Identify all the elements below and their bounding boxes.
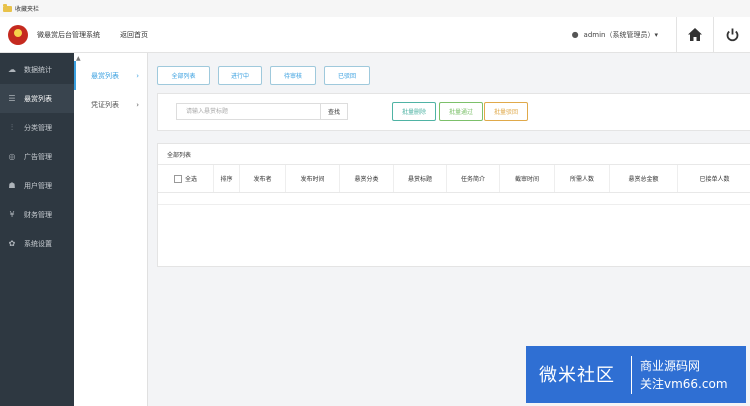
sub-navigation: ▲ 悬赏列表 › 凭证列表 ›: [74, 53, 148, 406]
back-to-home-link[interactable]: 返回首页: [120, 30, 148, 40]
sidebar-item-statistics[interactable]: ☁ 数据统计: [0, 55, 74, 84]
collapse-caret-icon[interactable]: ▲: [76, 55, 81, 62]
batch-approve-button[interactable]: 批量通过: [439, 102, 483, 121]
search-input[interactable]: [184, 107, 320, 116]
bookmarks-bar: 收藏夹栏: [0, 0, 750, 18]
bar-chart-icon: ⫶: [11, 122, 13, 132]
column-header: 发布时间: [286, 165, 340, 192]
watermark-subtitle: 商业源码网: [640, 359, 701, 373]
power-icon: [726, 28, 738, 41]
cloud-icon: ☁: [8, 65, 16, 74]
bookmarks-folder-label[interactable]: 收藏夹栏: [15, 4, 39, 13]
header-actions: ● admin（系统管理员）▾: [572, 17, 750, 52]
column-header: 截审时间: [500, 165, 555, 192]
search-field-wrapper: [176, 103, 321, 120]
sidebar-item-label: 系统设置: [24, 239, 52, 248]
user-icon: ☗: [8, 181, 16, 190]
sidebar-item-label: 广告管理: [24, 152, 52, 161]
column-header: 任务简介: [447, 165, 500, 192]
sidebar-item-label: 分类管理: [24, 123, 52, 132]
list-icon: ☰: [8, 94, 16, 103]
column-header: 已接单人数: [699, 176, 730, 183]
chevron-right-icon: ›: [136, 100, 139, 109]
table-row: [158, 192, 750, 205]
subnav-item-label: 凭证列表: [91, 100, 119, 109]
subnav-item-label: 悬赏列表: [91, 71, 119, 80]
watermark-title: 微米社区: [539, 365, 615, 386]
column-header: 排序: [214, 165, 240, 192]
select-all-checkbox[interactable]: [173, 174, 182, 183]
table-panel: 全部列表 全选 排序 发布者 发布时间 悬赏分类 悬赏标题 任务简介 截审时间 …: [157, 143, 750, 267]
search-panel: 查找 批量删除 批量通过 批量驳回: [157, 93, 750, 131]
admin-user-menu[interactable]: admin（系统管理员）▾: [584, 30, 658, 40]
table-title: 全部列表: [158, 144, 750, 165]
column-header: 全选: [184, 176, 197, 183]
logout-button[interactable]: [713, 17, 750, 52]
sidebar-item-category[interactable]: ⫶ 分类管理: [0, 113, 74, 142]
watermark-banner: 微米社区 商业源码网 关注vm66.com: [526, 346, 746, 403]
tab-rejected[interactable]: 已驳回: [324, 66, 370, 85]
column-header: 发布者: [240, 165, 286, 192]
batch-delete-button[interactable]: 批量删除: [392, 102, 436, 121]
sidebar-item-finance[interactable]: ¥ 财务管理: [0, 200, 74, 229]
top-header: 微悬赏后台管理系统 返回首页 ● admin（系统管理员）▾: [0, 17, 750, 53]
site-logo-icon: [8, 24, 28, 45]
tab-in-progress[interactable]: 进行中: [218, 66, 262, 85]
home-button[interactable]: [676, 17, 713, 52]
sidebar: ☁ 数据统计 ☰ 悬赏列表 ⫶ 分类管理 ◎ 广告管理 ☗ 用户管理 ¥ 财务管…: [0, 53, 74, 406]
gear-icon: ✿: [8, 239, 16, 248]
column-header: 所需人数: [555, 165, 610, 192]
sidebar-item-settings[interactable]: ✿ 系统设置: [0, 229, 74, 258]
search-button[interactable]: 查找: [321, 103, 348, 120]
home-icon: [688, 28, 702, 41]
sidebar-item-reward-list[interactable]: ☰ 悬赏列表: [0, 84, 74, 113]
watermark-follow: 关注vm66.com: [640, 377, 728, 391]
user-icon: ●: [571, 30, 579, 39]
subnav-item-voucher-list[interactable]: 凭证列表 ›: [74, 90, 147, 119]
subnav-item-reward-list[interactable]: 悬赏列表 ›: [74, 61, 147, 90]
sidebar-item-label: 财务管理: [24, 210, 52, 219]
sidebar-item-users[interactable]: ☗ 用户管理: [0, 171, 74, 200]
sidebar-item-label: 用户管理: [24, 181, 52, 190]
watermark-divider: [631, 356, 632, 394]
target-icon: ◎: [8, 152, 16, 161]
chevron-right-icon: ›: [136, 71, 139, 80]
yen-icon: ¥: [9, 210, 15, 219]
tab-all[interactable]: 全部列表: [157, 66, 210, 85]
tab-pending-review[interactable]: 待审核: [270, 66, 316, 85]
column-header: 悬赏标题: [394, 165, 447, 192]
batch-reject-button[interactable]: 批量驳回: [484, 102, 528, 121]
sidebar-item-ads[interactable]: ◎ 广告管理: [0, 142, 74, 171]
site-title: 微悬赏后台管理系统: [37, 30, 100, 39]
sidebar-item-label: 数据统计: [24, 65, 52, 74]
column-header: 悬赏总金额: [610, 165, 678, 192]
sidebar-item-label: 悬赏列表: [24, 94, 52, 103]
table-header: 全选 排序 发布者 发布时间 悬赏分类 悬赏标题 任务简介 截审时间 所需人数 …: [158, 165, 750, 193]
column-header: 悬赏分类: [340, 165, 394, 192]
filter-tabs: 全部列表 进行中 待审核 已驳回: [157, 66, 378, 85]
select-all-header[interactable]: 全选: [158, 165, 214, 192]
folder-icon: [3, 3, 12, 12]
